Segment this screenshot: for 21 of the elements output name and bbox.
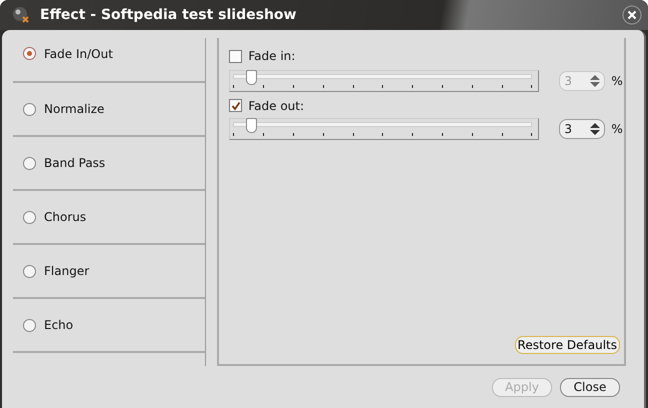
fade-slider[interactable]: [229, 70, 540, 92]
fade-checkbox[interactable]: Fade out:: [229, 98, 304, 114]
restore-defaults-button[interactable]: Restore Defaults: [514, 336, 620, 354]
effect-option[interactable]: Band Pass: [13, 137, 206, 191]
fade-slider[interactable]: [229, 118, 540, 140]
percent-label: %: [611, 122, 623, 136]
effect-option[interactable]: Normalize: [13, 83, 206, 137]
effect-option[interactable]: Fade In/Out: [13, 38, 206, 83]
effect-option[interactable]: Echo: [13, 299, 206, 353]
fade-checkbox[interactable]: Fade in:: [229, 48, 296, 64]
spinner-arrows-icon: [589, 122, 602, 136]
effect-option[interactable]: Chorus: [13, 191, 206, 245]
percent-label: %: [611, 74, 623, 88]
value-spinner[interactable]: 3: [559, 118, 606, 138]
effect-option[interactable]: Flanger: [13, 245, 206, 299]
spinner-arrows-icon: [589, 74, 602, 88]
close-icon[interactable]: [622, 5, 642, 25]
dialog-button[interactable]: Close: [560, 378, 620, 396]
app-icon: [12, 6, 30, 24]
window-title: Effect - Softpedia test slideshow: [40, 7, 298, 23]
check-icon: [230, 100, 241, 110]
